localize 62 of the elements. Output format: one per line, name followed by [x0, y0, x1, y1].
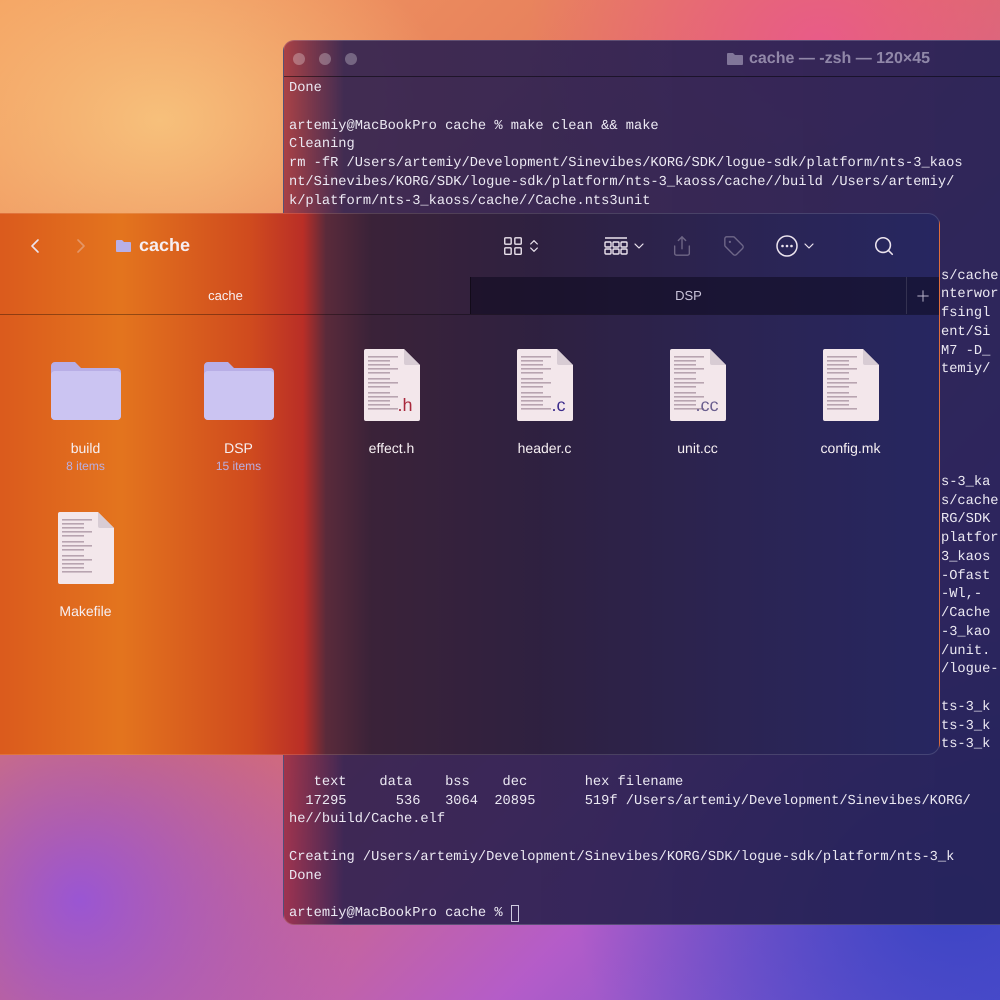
tag-icon: [723, 234, 746, 256]
icon-grid-icon: [502, 234, 524, 256]
file-name[interactable]: effect.h: [368, 440, 414, 456]
file-name[interactable]: DSP: [224, 440, 253, 456]
terminal-line: /logue-: [941, 661, 998, 680]
terminal-line: Creating /Users/artemiy/Development/Sinevibes/KORG/SDK/logue-sdk/platform/nts-3_k: [289, 848, 954, 867]
group-icon: [603, 236, 630, 256]
file-name[interactable]: config.mk: [820, 440, 880, 456]
document-icon: [362, 348, 420, 422]
terminal-line: ts-3_k: [941, 698, 990, 717]
terminal-line: k/platform/nts-3_kaoss/cache//Cache.nts3unit: [289, 192, 650, 210]
document-icon: [56, 511, 114, 585]
terminal-line: RG/SDK: [941, 511, 990, 530]
file-extension-label: .h: [397, 395, 412, 416]
document-icon: [516, 348, 574, 422]
folder-icon: [727, 52, 743, 65]
terminal-line: he//build/Cache.elf: [289, 811, 446, 830]
terminal-line: -Wl,-: [941, 586, 982, 604]
file-extension-label: .cc: [695, 395, 718, 416]
terminal-line: platfor: [941, 530, 998, 548]
terminal-line: Done: [289, 80, 322, 98]
terminal-line: nterwor: [941, 286, 998, 304]
terminal-line: -3_kao: [941, 624, 990, 642]
terminal-line: Cleaning: [289, 136, 355, 154]
terminal-line: ts-3_k: [941, 736, 990, 754]
file-extension-label: .c: [551, 395, 566, 416]
terminal-line: 17295 536 3064 20895 519f /Users/artemiy/Development/Sinevibes/KORG/: [304, 792, 971, 810]
more-icon: [775, 234, 800, 258]
terminal-line: Done: [289, 868, 322, 886]
terminal-line: ent/Si: [941, 324, 990, 342]
item-count: 8 items: [66, 459, 105, 473]
terminal-line: /unit.: [941, 642, 990, 660]
file-name[interactable]: unit.cc: [677, 440, 718, 456]
terminal-line: -Ofast: [941, 568, 990, 586]
folder-icon: [115, 238, 132, 252]
terminal-line: 3_kaos: [941, 548, 990, 567]
terminal-line: /Cache: [941, 605, 990, 623]
file-name[interactable]: header.c: [518, 440, 572, 456]
terminal-line: M7 -D_: [941, 342, 990, 360]
search-icon: [873, 234, 896, 256]
window-button[interactable]: [345, 52, 357, 64]
document-icon: [668, 348, 726, 422]
terminal-line: rm -fR /Users/artemiy/Development/Sinevibes/KORG/SDK/logue-sdk/platform/nts-3_kaos: [289, 155, 963, 173]
tab[interactable]: cache: [0, 277, 470, 314]
terminal-line: fsingl: [941, 305, 990, 323]
terminal-line: nt/Sinevibes/KORG/SDK/logue-sdk/platform/nts-3_kaoss/cache//build /Users/artemiy/: [289, 174, 954, 192]
window-title: cache — -zsh — 120×45: [727, 50, 930, 68]
document-icon: [822, 348, 880, 422]
item-count: 15 items: [216, 459, 262, 473]
window-button[interactable]: [319, 52, 331, 64]
terminal-line: artemiy@MacBookPro cache % make clean && make: [289, 118, 659, 136]
terminal-line: text data bss dec hex filename: [312, 774, 684, 792]
window-button[interactable]: [293, 52, 305, 64]
terminal-prompt: artemiy@MacBookPro cache %: [289, 905, 504, 923]
tab[interactable]: DSP: [470, 277, 906, 314]
terminal-line: s/cache: [941, 492, 998, 510]
terminal-line: s/cache: [941, 268, 998, 286]
terminal-line: s-3_ka: [941, 474, 990, 492]
terminal-line: temiy/: [941, 361, 990, 380]
text-cursor: [510, 905, 519, 922]
folder-title: cache: [139, 235, 190, 256]
terminal-line: ts-3_k: [941, 718, 990, 736]
